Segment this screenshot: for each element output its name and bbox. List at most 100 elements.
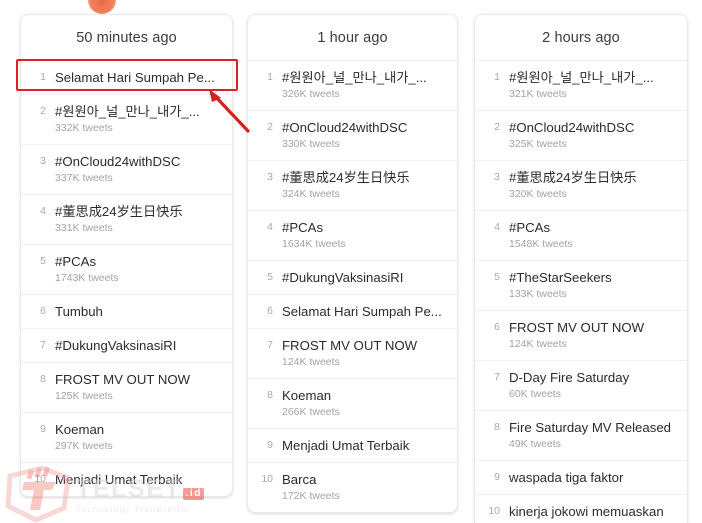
trend-name[interactable]: #PCAs — [55, 253, 222, 270]
trend-body: #PCAs 1743K tweets — [47, 253, 222, 286]
trend-row[interactable]: 2 #OnCloud24withDSC 325K tweets — [475, 111, 687, 161]
trend-name[interactable]: kinerja jokowi memuaskan — [509, 503, 677, 520]
trend-rank: 1 — [267, 71, 273, 83]
trend-name[interactable]: #董思成24岁生日快乐 — [55, 203, 222, 220]
trend-row[interactable]: 2 #원원아_널_만나_내가_... 332K tweets — [21, 95, 232, 145]
trend-name[interactable]: Selamat Hari Sumpah Pe... — [282, 303, 447, 320]
trend-name[interactable]: #OnCloud24withDSC — [282, 119, 447, 136]
trend-rank: 10 — [261, 473, 273, 485]
trend-rank: 3 — [494, 171, 500, 183]
trend-name[interactable]: Selamat Hari Sumpah Pe... — [55, 69, 222, 86]
trend-tweet-count: 337K tweets — [55, 172, 113, 184]
trend-name[interactable]: #OnCloud24withDSC — [509, 119, 677, 136]
trend-name[interactable]: Menjadi Umat Terbaik — [55, 471, 222, 488]
trend-name[interactable]: #董思成24岁生日快乐 — [282, 169, 447, 186]
trend-row[interactable]: 4 #PCAs 1634K tweets — [248, 211, 457, 261]
trend-rank: 1 — [40, 71, 46, 83]
trend-name[interactable]: #원원아_널_만나_내가_... — [282, 69, 447, 86]
trend-row[interactable]: 4 #董思成24岁生日快乐 331K tweets — [21, 195, 232, 245]
trend-row[interactable]: 2 #OnCloud24withDSC 330K tweets — [248, 111, 457, 161]
trend-tweet-count: 124K tweets — [282, 356, 340, 368]
trend-name[interactable]: Menjadi Umat Terbaik — [282, 437, 447, 454]
trend-rank: 3 — [40, 155, 46, 167]
trend-tweet-count: 133K tweets — [509, 288, 567, 300]
trend-name[interactable]: #PCAs — [282, 219, 447, 236]
card-header: 1 hour ago — [248, 15, 457, 61]
trend-name[interactable]: Barca — [282, 471, 447, 488]
trend-rank: 7 — [267, 339, 273, 351]
trend-name[interactable]: Tumbuh — [55, 303, 222, 320]
trend-body: waspada tiga faktor — [501, 469, 677, 486]
trend-name[interactable]: #DukungVaksinasiRI — [282, 269, 447, 286]
trend-row[interactable]: 3 #OnCloud24withDSC 337K tweets — [21, 145, 232, 195]
trend-row[interactable]: 6 FROST MV OUT NOW 124K tweets — [475, 311, 687, 361]
trend-body: #원원아_널_만나_내가_... 321K tweets — [501, 69, 677, 102]
trend-name[interactable]: Fire Saturday MV Released — [509, 419, 677, 436]
trend-name[interactable]: waspada tiga faktor — [509, 469, 677, 486]
trend-row[interactable]: 7 D-Day Fire Saturday 60K tweets — [475, 361, 687, 411]
trend-row[interactable]: 10 Barca 172K tweets — [248, 463, 457, 512]
trend-row[interactable]: 4 #PCAs 1548K tweets — [475, 211, 687, 261]
trend-name[interactable]: #원원아_널_만나_내가_... — [509, 69, 677, 86]
trend-rank: 7 — [494, 371, 500, 383]
trend-name[interactable]: FROST MV OUT NOW — [55, 371, 222, 388]
trend-name[interactable]: #董思成24岁生日快乐 — [509, 169, 677, 186]
trend-row[interactable]: 7 #DukungVaksinasiRI — [21, 329, 232, 363]
trend-body: FROST MV OUT NOW 124K tweets — [274, 337, 447, 370]
trend-name[interactable]: #원원아_널_만나_내가_... — [55, 103, 222, 120]
trend-row[interactable]: 10 Menjadi Umat Terbaik — [21, 463, 232, 496]
trend-row[interactable]: 9 Menjadi Umat Terbaik — [248, 429, 457, 463]
trend-row[interactable]: 8 Koeman 266K tweets — [248, 379, 457, 429]
trend-row[interactable]: 1 Selamat Hari Sumpah Pe... — [21, 61, 232, 95]
trend-body: #董思成24岁生日快乐 324K tweets — [274, 169, 447, 202]
card-title: 50 minutes ago — [76, 29, 177, 46]
trend-row[interactable]: 6 Tumbuh — [21, 295, 232, 329]
trend-name[interactable]: FROST MV OUT NOW — [509, 319, 677, 336]
trend-body: Menjadi Umat Terbaik — [47, 471, 222, 488]
trend-name[interactable]: Koeman — [55, 421, 222, 438]
trend-row[interactable]: 1 #원원아_널_만나_내가_... 326K tweets — [248, 61, 457, 111]
trend-row[interactable]: 8 FROST MV OUT NOW 125K tweets — [21, 363, 232, 413]
trend-rank: 9 — [40, 423, 46, 435]
trend-list: 1 #원원아_널_만나_내가_... 321K tweets 2 #OnCloud24w… — [475, 61, 687, 523]
card-title: 2 hours ago — [542, 29, 620, 46]
trend-tweet-count: 60K tweets — [509, 388, 561, 400]
trend-tweet-count: 321K tweets — [509, 88, 567, 100]
trend-row[interactable]: 5 #TheStarSeekers 133K tweets — [475, 261, 687, 311]
trend-name[interactable]: Koeman — [282, 387, 447, 404]
trend-tweet-count: 1743K tweets — [55, 272, 119, 284]
trend-row[interactable]: 3 #董思成24岁生日快乐 320K tweets — [475, 161, 687, 211]
trending-comparison-board: 50 minutes ago 1 Selamat Hari Sumpah Pe..… — [0, 0, 702, 523]
trend-row[interactable]: 9 waspada tiga faktor — [475, 461, 687, 495]
trend-rank: 7 — [40, 339, 46, 351]
trend-body: Koeman 297K tweets — [47, 421, 222, 454]
trend-row[interactable]: 5 #DukungVaksinasiRI — [248, 261, 457, 295]
trend-rank: 2 — [494, 121, 500, 133]
card-title: 1 hour ago — [317, 29, 388, 46]
trend-row[interactable]: 9 Koeman 297K tweets — [21, 413, 232, 463]
trend-tweet-count: 266K tweets — [282, 406, 340, 418]
trend-tweet-count: 331K tweets — [55, 222, 113, 234]
trend-body: Koeman 266K tweets — [274, 387, 447, 420]
trend-body: #DukungVaksinasiRI — [47, 337, 222, 354]
trend-name[interactable]: #DukungVaksinasiRI — [55, 337, 222, 354]
trend-body: kinerja jokowi memuaskan — [501, 503, 677, 520]
trend-card-50-minutes-ago: 50 minutes ago 1 Selamat Hari Sumpah Pe..… — [20, 14, 233, 497]
trend-body: #董思成24岁生日快乐 320K tweets — [501, 169, 677, 202]
trend-row[interactable]: 1 #원원아_널_만나_내가_... 321K tweets — [475, 61, 687, 111]
trend-row[interactable]: 3 #董思成24岁生日快乐 324K tweets — [248, 161, 457, 211]
trend-body: #원원아_널_만나_내가_... 326K tweets — [274, 69, 447, 102]
trend-row[interactable]: 8 Fire Saturday MV Released 49K tweets — [475, 411, 687, 461]
trend-row[interactable]: 5 #PCAs 1743K tweets — [21, 245, 232, 295]
trend-name[interactable]: D-Day Fire Saturday — [509, 369, 677, 386]
trend-tweet-count: 1548K tweets — [509, 238, 573, 250]
trend-row[interactable]: 6 Selamat Hari Sumpah Pe... — [248, 295, 457, 329]
trend-body: Menjadi Umat Terbaik — [274, 437, 447, 454]
trend-name[interactable]: #TheStarSeekers — [509, 269, 677, 286]
trend-name[interactable]: #OnCloud24withDSC — [55, 153, 222, 170]
trend-name[interactable]: #PCAs — [509, 219, 677, 236]
trend-row[interactable]: 10 kinerja jokowi memuaskan — [475, 495, 687, 523]
trend-name[interactable]: FROST MV OUT NOW — [282, 337, 447, 354]
trend-rank: 2 — [40, 105, 46, 117]
trend-row[interactable]: 7 FROST MV OUT NOW 124K tweets — [248, 329, 457, 379]
